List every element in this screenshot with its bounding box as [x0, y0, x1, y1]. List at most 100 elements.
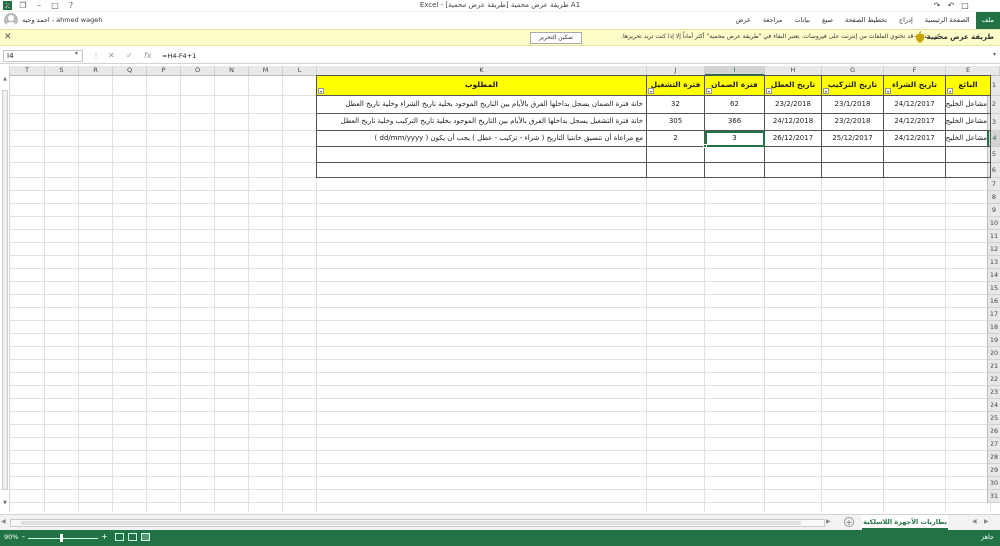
table-cell-g[interactable]: 23/2/2018 — [822, 114, 884, 131]
row-header-15[interactable]: 15 — [987, 282, 1000, 295]
next-sheet-icon[interactable]: ▶ — [984, 518, 989, 525]
selected-cell[interactable]: 3 — [705, 131, 765, 147]
row-header-18[interactable]: 18 — [987, 321, 1000, 334]
table-cell-h[interactable]: 23/2/2018 — [765, 96, 822, 114]
table-cell-empty[interactable] — [317, 147, 647, 163]
filter-dropdown-icon[interactable]: ▾ — [885, 88, 891, 94]
column-header-n[interactable]: N — [215, 66, 249, 76]
table-cell-empty[interactable] — [647, 147, 705, 163]
tab-view[interactable]: عرض — [730, 12, 757, 29]
zoom-in-icon[interactable]: + — [101, 532, 108, 541]
scroll-left-icon[interactable]: ◀ — [1, 518, 6, 525]
row-header-28[interactable]: 28 — [987, 451, 1000, 464]
expand-formula-bar-icon[interactable]: ▾ — [993, 51, 996, 58]
column-header-f[interactable]: F — [884, 66, 946, 76]
table-cell-h[interactable]: 24/12/2018 — [765, 114, 822, 131]
table-cell-g[interactable]: 25/12/2017 — [822, 131, 884, 147]
row-header-14[interactable]: 14 — [987, 269, 1000, 282]
table-cell-empty[interactable] — [822, 147, 884, 163]
table-header-j[interactable]: فترة التشغيل ▾ — [647, 76, 705, 96]
table-cell-empty[interactable] — [647, 163, 705, 178]
table-cell-g[interactable]: 23/1/2018 — [822, 96, 884, 114]
user-account[interactable]: احمد وجيه - ahmed wageh — [2, 12, 112, 29]
zoom-slider[interactable] — [28, 538, 98, 539]
row-header-16[interactable]: 16 — [987, 295, 1000, 308]
column-header-r[interactable]: R — [79, 66, 113, 76]
scroll-thumb[interactable] — [2, 90, 8, 490]
table-cell-e[interactable]: مشاعل الخليج — [946, 114, 991, 131]
enable-editing-button[interactable]: تمكين التحرير — [530, 32, 582, 44]
table-cell-e[interactable]: مشاعل الخليج — [946, 96, 991, 114]
table-cell-i[interactable]: 62 — [705, 96, 765, 114]
tab-file[interactable]: ملف — [975, 12, 1000, 29]
table-cell-empty[interactable] — [705, 163, 765, 178]
row-header-23[interactable]: 23 — [987, 386, 1000, 399]
row-header-29[interactable]: 29 — [987, 464, 1000, 477]
table-cell-j[interactable]: 305 — [647, 114, 705, 131]
table-cell-empty[interactable] — [822, 163, 884, 178]
page-layout-view-icon[interactable] — [128, 533, 137, 541]
table-cell-h[interactable]: 26/12/2017 — [765, 131, 822, 147]
zoom-out-icon[interactable]: - — [22, 532, 25, 541]
column-header-o[interactable]: O — [181, 66, 215, 76]
tab-home[interactable]: الصفحة الرئيسية — [919, 12, 976, 29]
row-header-27[interactable]: 27 — [987, 438, 1000, 451]
row-header-9[interactable]: 9 — [987, 204, 1000, 217]
scroll-down-icon[interactable]: ▼ — [1, 500, 9, 508]
vertical-scrollbar[interactable]: ▲ ▼ — [1, 76, 9, 512]
table-cell-e[interactable]: مشاعل الخليج — [946, 131, 991, 147]
enter-icon[interactable]: ✓ — [126, 51, 133, 60]
row-header-11[interactable]: 11 — [987, 230, 1000, 243]
ribbon-display-options-button[interactable]: □ — [48, 0, 62, 12]
select-all-corner[interactable] — [987, 66, 1000, 76]
row-header-12[interactable]: 12 — [987, 243, 1000, 256]
row-header-22[interactable]: 22 — [987, 373, 1000, 386]
row-header-20[interactable]: 20 — [987, 347, 1000, 360]
chevron-down-icon[interactable]: ▾ — [75, 50, 78, 57]
worksheet-grid[interactable]: ▲ ▼ TSRQPONMLKJIHGFE 1 2 3 4 5 6 7 8 9 10 11 12 13 14… — [0, 66, 1000, 512]
tab-insert[interactable]: إدراج — [893, 12, 919, 29]
column-header-t[interactable]: T — [10, 66, 45, 76]
zoom-slider-thumb[interactable] — [60, 534, 63, 542]
table-cell-i[interactable]: 366 — [705, 114, 765, 131]
table-cell-empty[interactable] — [884, 163, 946, 178]
redo-icon[interactable]: ↷ — [932, 1, 942, 10]
tab-review[interactable]: مراجعة — [757, 12, 789, 29]
filter-dropdown-icon[interactable]: ▾ — [947, 88, 953, 94]
filter-dropdown-icon[interactable]: ▾ — [648, 88, 654, 94]
filter-dropdown-icon[interactable]: ▾ — [706, 88, 712, 94]
tab-formulas[interactable]: صيغ — [816, 12, 839, 29]
row-header-17[interactable]: 17 — [987, 308, 1000, 321]
close-icon[interactable]: ✕ — [4, 32, 12, 42]
fill-handle[interactable] — [703, 144, 707, 148]
row-header-10[interactable]: 10 — [987, 217, 1000, 230]
cancel-icon[interactable]: ✕ — [108, 51, 115, 60]
table-cell-empty[interactable] — [765, 163, 822, 178]
page-break-view-icon[interactable] — [115, 533, 124, 541]
column-header-h[interactable]: H — [765, 66, 822, 76]
column-header-i[interactable]: I — [705, 66, 765, 76]
scroll-right-icon[interactable]: ▶ — [826, 518, 831, 525]
column-header-g[interactable]: G — [822, 66, 884, 76]
table-cell-f[interactable]: 24/12/2017 — [884, 131, 946, 147]
horizontal-scrollbar[interactable] — [10, 519, 825, 527]
row-header-19[interactable]: 19 — [987, 334, 1000, 347]
table-cell-empty[interactable] — [884, 147, 946, 163]
scroll-thumb[interactable] — [21, 521, 801, 525]
column-header-p[interactable]: P — [147, 66, 181, 76]
normal-view-icon[interactable] — [141, 533, 150, 541]
table-header-i[interactable]: فترة الضمان ▾ — [705, 76, 765, 96]
column-header-l[interactable]: L — [283, 66, 317, 76]
row-header-30[interactable]: 30 — [987, 477, 1000, 490]
prev-sheet-icon[interactable]: ◀ — [972, 518, 977, 525]
save-icon[interactable]: □ — [960, 1, 970, 10]
filter-dropdown-icon[interactable]: ▾ — [766, 88, 772, 94]
row-header-25[interactable]: 25 — [987, 412, 1000, 425]
row-header-13[interactable]: 13 — [987, 256, 1000, 269]
row-header-8[interactable]: 8 — [987, 191, 1000, 204]
column-header-j[interactable]: J — [647, 66, 705, 76]
table-cell-empty[interactable] — [946, 147, 991, 163]
restore-window-button[interactable]: ❐ — [16, 0, 30, 12]
row-header-26[interactable]: 26 — [987, 425, 1000, 438]
row-header-7[interactable]: 7 — [987, 178, 1000, 191]
